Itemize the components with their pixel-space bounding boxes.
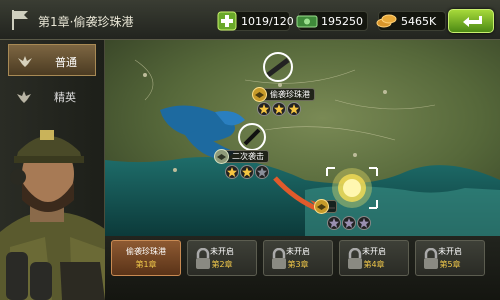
gold-value: 5465K <box>401 14 437 28</box>
wing-badge-icon <box>252 87 267 102</box>
return-arrow-icon <box>463 16 482 27</box>
battle-1-label: 偷袭珍珠港 <box>270 90 310 99</box>
star-icon <box>240 165 254 179</box>
energy-counter[interactable]: 1019/120 <box>217 11 294 31</box>
chapter-5-number: 第5章 <box>439 260 461 269</box>
wing-badge-icon <box>214 149 229 164</box>
cash-counter[interactable]: 195250 <box>296 11 368 31</box>
cash-icon <box>296 15 318 28</box>
chapter-3-number: 第3章 <box>287 260 309 269</box>
star-icon <box>257 102 271 116</box>
battle-node-2[interactable]: 二次袭击 <box>214 149 269 164</box>
star-empty-icon <box>255 165 269 179</box>
star-icon <box>225 165 239 179</box>
chapter-5-status: 未开启 <box>438 247 462 256</box>
energy-plus-icon <box>217 11 237 31</box>
chapter-3-button[interactable]: 未开启 第3章 <box>263 240 333 276</box>
star-empty-icon <box>357 216 371 230</box>
battle-2-label: 二次袭击 <box>232 152 264 161</box>
battle-3-stars <box>327 216 371 230</box>
eagle-emblem-icon <box>17 91 31 103</box>
chapter-title: 第1章·偷袭珍珠港 <box>38 15 134 29</box>
campaign-map[interactable]: 偷袭珍珠港 二次袭击 <box>105 40 500 236</box>
chapter-3-status: 未开启 <box>286 247 310 256</box>
commander-portrait <box>0 130 120 300</box>
tab-elite-label: 精英 <box>54 91 76 104</box>
chapter-5-button[interactable]: 未开启 第5章 <box>415 240 485 276</box>
chapter-1-button[interactable]: 偷袭珍珠港 第1章 <box>111 240 181 276</box>
top-bar: 第1章·偷袭珍珠港 1019/120 195250 5465K <box>0 0 500 40</box>
chapter-2-number: 第2章 <box>211 260 233 269</box>
energy-value: 1019/120 <box>241 14 294 28</box>
chapter-4-status: 未开启 <box>362 247 386 256</box>
tab-normal[interactable]: 普通 <box>8 44 96 76</box>
tab-normal-label: 普通 <box>55 56 77 69</box>
battle-2-stars <box>225 165 269 179</box>
back-button[interactable] <box>448 9 494 33</box>
gold-counter[interactable]: 5465K <box>376 11 446 31</box>
battle-node-1[interactable]: 偷袭珍珠港 <box>252 87 315 102</box>
star-icon <box>287 102 301 116</box>
battle-node-3[interactable] <box>314 199 337 214</box>
star-empty-icon <box>327 216 341 230</box>
chapter-2-button[interactable]: 未开启 第2章 <box>187 240 257 276</box>
chapter-selector: 偷袭珍珠港 第1章 未开启 第2章 未开启 第3章 未开启 第4章 未开启 第5… <box>105 236 500 300</box>
eagle-icon <box>18 56 32 67</box>
star-empty-icon <box>342 216 356 230</box>
star-icon <box>272 102 286 116</box>
flag-icon <box>12 10 28 30</box>
cash-value: 195250 <box>321 14 363 28</box>
chapter-1-name: 偷袭珍珠港 <box>126 247 166 256</box>
chapter-4-number: 第4章 <box>363 260 385 269</box>
chapter-4-button[interactable]: 未开启 第4章 <box>339 240 409 276</box>
tab-elite[interactable]: 精英 <box>8 80 96 112</box>
wing-badge-icon <box>314 199 329 214</box>
map-terrain <box>105 40 500 236</box>
battle-1-stars <box>257 102 301 116</box>
gold-coins-icon <box>376 14 397 28</box>
chapter-1-number: 第1章 <box>135 260 157 269</box>
chapter-2-status: 未开启 <box>210 247 234 256</box>
